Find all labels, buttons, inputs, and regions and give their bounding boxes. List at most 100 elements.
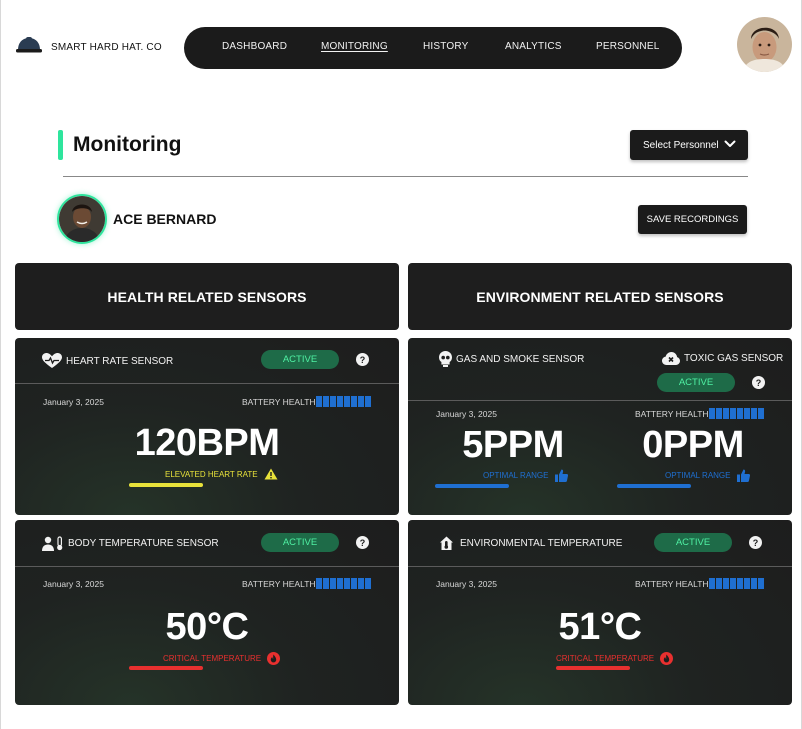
battery-segment [730,408,736,419]
heart-rate-sensor-label: HEART RATE SENSOR [66,355,174,367]
toxic-gas-help-icon[interactable]: ? [752,376,765,389]
environmental-temperature-sensor-label: ENVIRONMENTAL TEMPERATURE [460,537,623,549]
heart-rate-reading: 120BPM [134,422,280,464]
toxic-gas-level-bar [617,484,691,488]
environment-section-header: ENVIRONMENT RELATED SENSORS [408,263,792,330]
heart-rate-sensor-title: HEART RATE SENSOR [42,353,173,369]
battery-segment [344,396,350,407]
gas-date: January 3, 2025 [436,409,497,419]
environmental-temperature-sensor-title: ENVIRONMENTAL TEMPERATURE [440,536,622,550]
heart-rate-state: ELEVATED HEART RATE [165,468,278,480]
fire-icon [267,652,281,665]
battery-segment [323,578,329,589]
environmental-temperature-status-badge[interactable]: ACTIVE [654,533,732,552]
select-personnel-dropdown[interactable]: Select Personnel [630,130,748,160]
heart-rate-status-badge[interactable]: ACTIVE [261,350,339,369]
battery-segment [723,408,729,419]
environmental-temperature-battery-label: BATTERY HEALTH [635,579,709,589]
person-thermometer-icon [42,536,63,551]
heart-rate-card: HEART RATE SENSOR ACTIVE ? January 3, 20… [15,338,399,515]
house-thermometer-icon [440,536,453,550]
heart-pulse-icon [42,353,62,368]
body-temperature-reading: 50°C [165,606,249,648]
environmental-temperature-date: January 3, 2025 [436,579,497,589]
gas-sensors-card: GAS AND SMOKE SENSOR TOXIC GAS SENSOR AC… [408,338,792,515]
heart-rate-state-label: ELEVATED HEART RATE [165,469,258,479]
page-title: Monitoring [73,133,182,156]
warning-icon [264,468,278,480]
battery-segment [744,578,750,589]
body-temperature-sensor-label: BODY TEMPERATURE SENSOR [68,538,219,549]
top-nav: DASHBOARD MONITORING HISTORY ANALYTICS P… [184,27,682,69]
battery-segment [709,408,715,419]
battery-segment [716,408,722,419]
gas-battery-label: BATTERY HEALTH [635,409,709,419]
cloud-x-icon [662,352,680,365]
battery-segment [709,578,715,589]
toxic-gas-sensor-label: TOXIC GAS SENSOR [684,353,784,364]
heart-rate-battery-label: BATTERY HEALTH [242,397,316,407]
battery-segment [737,408,743,419]
battery-segment [351,396,357,407]
heart-rate-help-icon[interactable]: ? [356,353,369,366]
battery-segment [344,578,350,589]
body-temperature-sensor-title: BODY TEMPERATURE SENSOR [42,536,219,551]
thumbs-up-icon [736,469,750,482]
nav-monitoring[interactable]: MONITORING [321,41,388,52]
battery-segment [737,578,743,589]
card-divider [408,400,792,401]
toxic-gas-status-badge[interactable]: ACTIVE [657,373,735,392]
environmental-temperature-level-bar [556,666,630,670]
card-divider [15,383,399,384]
body-temperature-help-icon[interactable]: ? [356,536,369,549]
environmental-temperature-help-icon[interactable]: ? [749,536,762,549]
nav-dashboard[interactable]: DASHBOARD [222,41,287,52]
battery-segment [716,578,722,589]
person-avatar [57,194,107,244]
gas-battery-indicator [709,408,764,419]
body-temperature-state: CRITICAL TEMPERATURE [163,652,281,665]
environmental-temperature-reading: 51°C [558,606,642,648]
thumbs-up-icon [554,469,568,482]
save-recordings-button[interactable]: SAVE RECORDINGS [638,205,747,234]
gas-smoke-sensor-title: GAS AND SMOKE SENSOR [439,351,584,367]
select-personnel-label: Select Personnel [643,139,719,151]
battery-segment [323,396,329,407]
gas-smoke-reading: 5PPM [462,424,564,466]
battery-segment [351,578,357,589]
body-temperature-battery-label: BATTERY HEALTH [242,579,316,589]
environmental-temperature-state-label: CRITICAL TEMPERATURE [556,654,655,663]
battery-segment [330,396,336,407]
nav-personnel[interactable]: PERSONNEL [596,41,660,52]
heart-rate-battery-indicator [316,396,371,407]
battery-segment [365,396,371,407]
body-temperature-state-label: CRITICAL TEMPERATURE [163,654,262,663]
battery-segment [744,408,750,419]
toxic-gas-reading: 0PPM [642,424,744,466]
title-divider [63,176,748,177]
nav-analytics[interactable]: ANALYTICS [505,41,562,52]
battery-segment [337,578,343,589]
chevron-down-icon [724,140,736,147]
battery-segment [730,578,736,589]
brand-name: SMART HARD HAT. CO [51,42,162,53]
gas-smoke-state: OPTIMAL RANGE [483,469,568,482]
body-temperature-level-bar [129,666,203,670]
brand[interactable]: SMART HARD HAT. CO [15,36,162,59]
user-avatar[interactable] [737,17,792,72]
nav-history[interactable]: HISTORY [423,41,469,52]
card-divider [408,566,792,567]
person-name: ACE BERNARD [113,211,217,227]
battery-segment [751,578,757,589]
fire-icon [660,652,674,665]
skull-icon [439,351,452,367]
environmental-temperature-battery-indicator [709,578,764,589]
toxic-gas-sensor-title: TOXIC GAS SENSOR [662,352,783,365]
gas-smoke-sensor-label: GAS AND SMOKE SENSOR [456,353,585,365]
hard-hat-icon [15,36,43,59]
body-temperature-status-badge[interactable]: ACTIVE [261,533,339,552]
health-section-header: HEALTH RELATED SENSORS [15,263,399,330]
gas-smoke-state-label: OPTIMAL RANGE [483,471,549,480]
toxic-gas-state-label: OPTIMAL RANGE [665,471,731,480]
battery-segment [758,408,764,419]
